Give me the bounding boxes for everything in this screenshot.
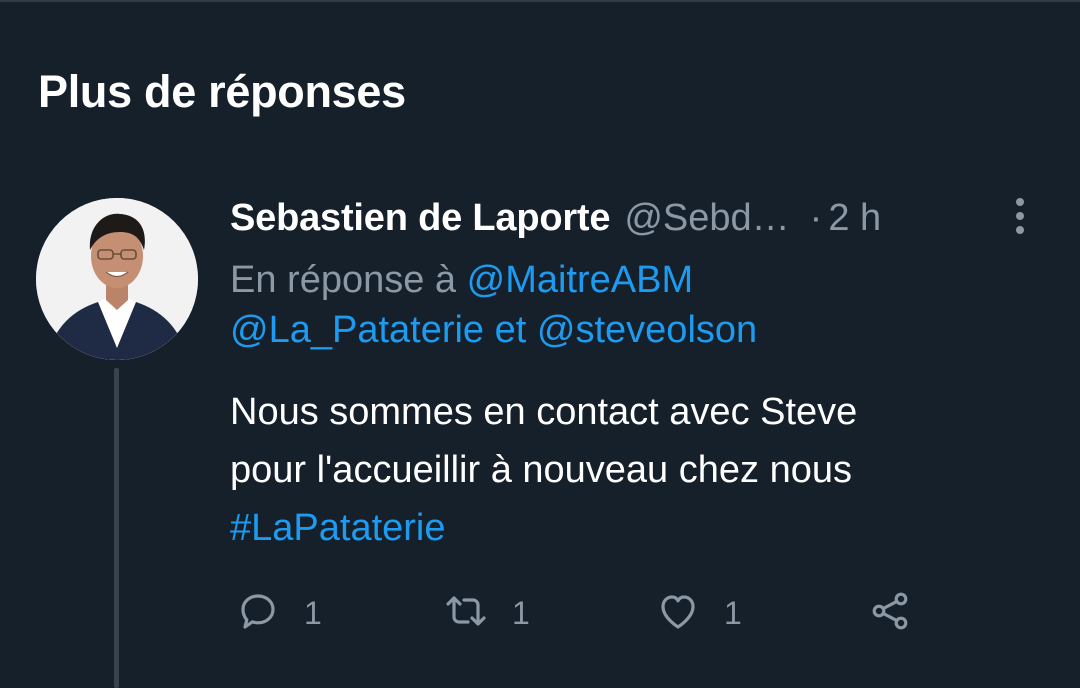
author-handle[interactable]: @Sebd…	[624, 197, 789, 240]
share-nodes-icon	[866, 587, 914, 640]
reply-prefix: En réponse à	[230, 259, 457, 301]
tweet-timestamp[interactable]: 2 h	[828, 197, 881, 240]
avatar-portrait	[36, 198, 198, 360]
header-separator: ·	[809, 196, 823, 239]
hashtag-link[interactable]: #LaPataterie	[230, 507, 446, 549]
mention-link[interactable]: @steveolson	[537, 309, 757, 351]
retweet-count: 1	[512, 594, 530, 631]
tweet-text-line: Nous sommes en contact avec Steve	[230, 391, 858, 433]
vertical-dots-icon[interactable]	[1008, 196, 1032, 236]
section-title: Plus de réponses	[38, 66, 406, 117]
like-count: 1	[724, 594, 742, 631]
like-button[interactable]: 1	[654, 588, 742, 638]
retweet-button[interactable]: 1	[442, 588, 530, 638]
reply-count: 1	[304, 594, 322, 631]
retweet-arrows-icon	[442, 587, 490, 640]
share-button[interactable]	[866, 588, 914, 638]
reply-joiner[interactable]: et	[495, 309, 527, 351]
mention-link[interactable]: @MaitreABM	[467, 259, 694, 301]
reply-button[interactable]: 1	[234, 588, 322, 638]
thread-connector-line	[114, 368, 119, 688]
avatar[interactable]	[36, 198, 198, 360]
top-divider	[0, 0, 1080, 2]
tweet-text: Nous sommes en contact avec Steve pour l…	[230, 383, 1030, 557]
reply-context: En réponse à @MaitreABM @La_Pataterie et…	[230, 255, 1030, 355]
heart-icon	[654, 587, 702, 640]
tweet-action-bar: 1 1 1	[230, 588, 990, 638]
author-name[interactable]: Sebastien de Laporte	[230, 197, 611, 240]
mention-link[interactable]: @La_Pataterie	[230, 309, 484, 351]
tweet-header: Sebastien de Laporte @Sebd… · 2 h	[230, 193, 881, 243]
comment-bubble-icon	[234, 587, 282, 640]
tweet-text-line: pour l'accueillir à nouveau chez nous	[230, 449, 852, 491]
